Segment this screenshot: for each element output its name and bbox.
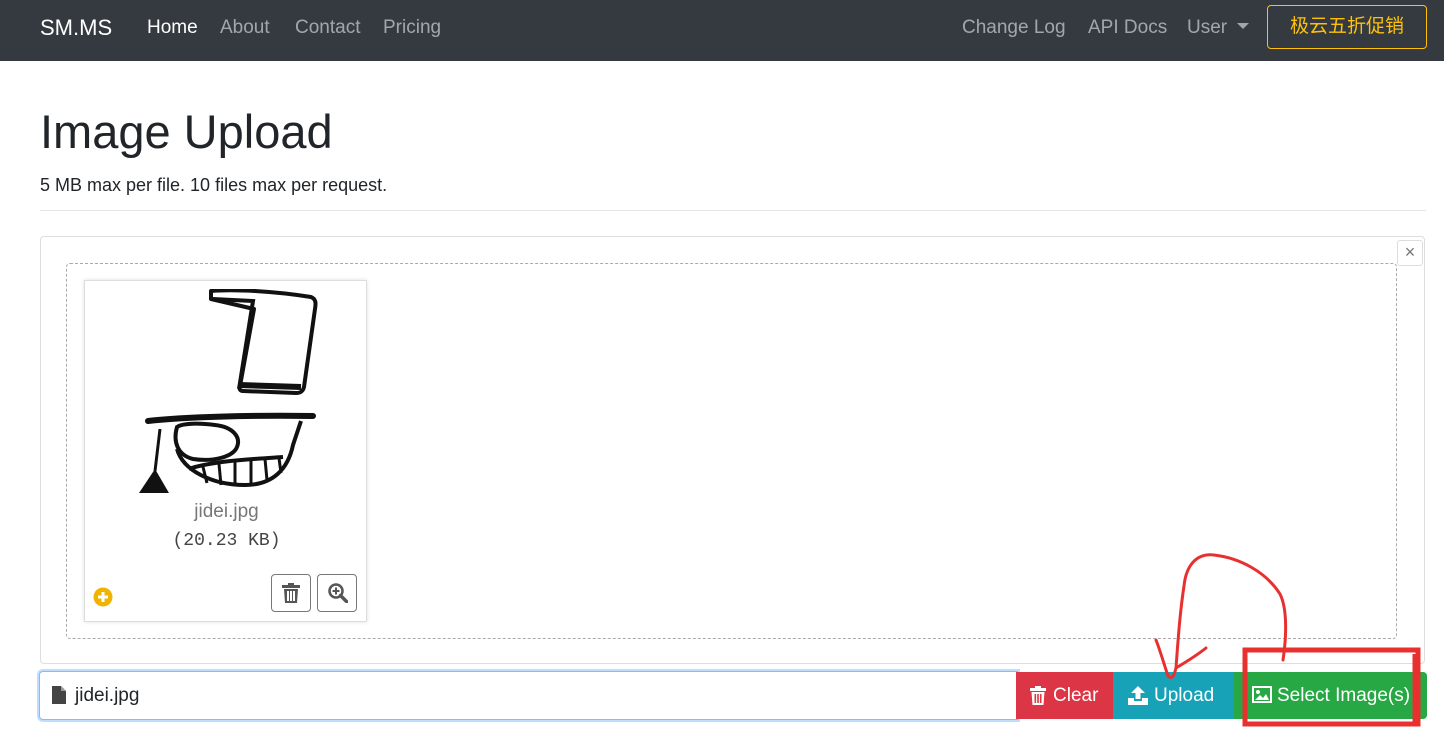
preview-file-name: jidei.jpg [194, 501, 259, 522]
nav-change-log[interactable]: Change Log [962, 16, 1066, 40]
clear-button[interactable]: Clear [1016, 672, 1113, 719]
promo-button[interactable]: 极云五折促销 [1267, 5, 1427, 49]
navbar: SM.MS Home About Contact Pricing Change … [0, 0, 1444, 61]
trash-icon [282, 583, 300, 603]
nav-contact[interactable]: Contact [295, 16, 360, 40]
caret-down-icon [1237, 22, 1250, 29]
plus-circle-icon [93, 587, 113, 607]
image-icon [1252, 686, 1272, 703]
file-caption-text: jidei.jpg [75, 685, 140, 706]
page-title: Image Upload [40, 105, 333, 158]
select-images-button[interactable]: Select Image(s) [1234, 672, 1427, 719]
preview-file-size: (20.23 KB) [172, 531, 281, 551]
clear-button-label: Clear [1053, 685, 1099, 706]
nav-pricing[interactable]: Pricing [383, 16, 441, 40]
select-images-button-label: Select Image(s) [1277, 685, 1411, 706]
divider [40, 210, 1426, 211]
remove-file-button[interactable] [271, 574, 311, 612]
page-subtitle: 5 MB max per file. 10 files max per requ… [40, 175, 388, 195]
trash-icon [1030, 686, 1046, 705]
file-preview-card: jidei.jpg (20.23 KB) [84, 280, 367, 622]
nav-about[interactable]: About [220, 16, 270, 40]
file-caption-field[interactable]: jidei.jpg [39, 671, 1018, 720]
file-icon [52, 686, 66, 704]
upload-icon [1128, 686, 1148, 705]
upload-button-label: Upload [1154, 685, 1215, 706]
user-menu-label: User [1187, 17, 1228, 38]
zoom-file-button[interactable] [317, 574, 357, 612]
nav-home[interactable]: Home [147, 16, 198, 40]
preview-image [139, 289, 318, 493]
nav-api-docs[interactable]: API Docs [1088, 16, 1167, 40]
close-preview-button[interactable]: × [1397, 240, 1423, 266]
nav-user-dropdown[interactable]: User [1187, 16, 1250, 40]
brand-logo[interactable]: SM.MS [40, 14, 112, 42]
upload-button[interactable]: Upload [1113, 672, 1234, 719]
zoom-in-icon [328, 583, 348, 603]
